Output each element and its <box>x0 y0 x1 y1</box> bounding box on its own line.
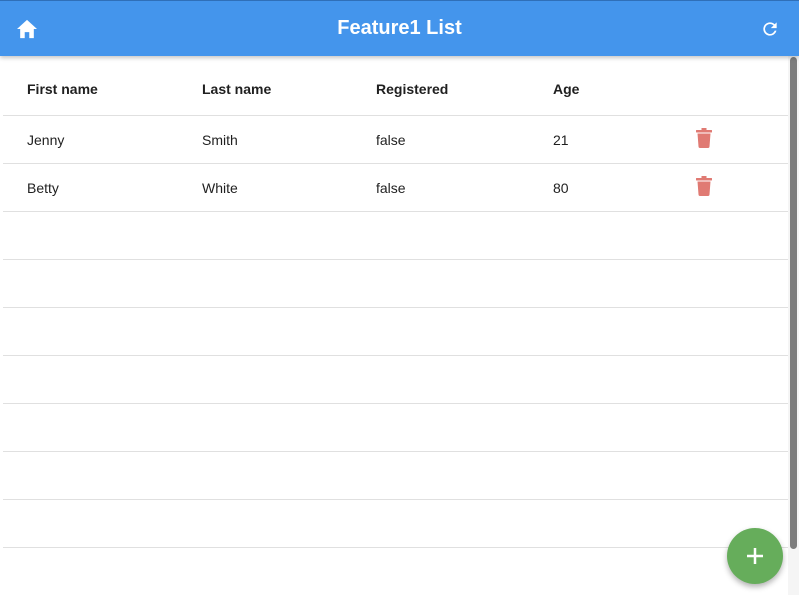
empty-row <box>3 404 788 452</box>
column-header-last-name: Last name <box>202 80 272 97</box>
empty-row <box>3 260 788 308</box>
cell-registered: false <box>376 131 406 148</box>
column-header-first-name: First name <box>27 80 98 97</box>
cell-first-name: Betty <box>27 179 59 196</box>
cell-last-name: White <box>202 179 238 196</box>
trash-icon <box>696 175 712 196</box>
cell-age: 80 <box>553 179 569 196</box>
add-button[interactable] <box>727 528 783 584</box>
cell-last-name: Smith <box>202 131 238 148</box>
trash-icon <box>696 127 712 148</box>
cell-first-name: Jenny <box>27 131 65 148</box>
refresh-button[interactable] <box>755 14 785 44</box>
delete-cell <box>695 116 713 163</box>
plus-icon <box>747 548 763 564</box>
table-row[interactable]: Betty White false 80 <box>3 164 788 212</box>
app-window: Feature1 List First name Last name Regis… <box>0 0 799 595</box>
delete-cell <box>695 164 713 211</box>
cell-age: 21 <box>553 131 569 148</box>
cell-registered: false <box>376 179 406 196</box>
data-table: First name Last name Registered Age Jenn… <box>3 56 788 595</box>
delete-button[interactable] <box>695 175 713 197</box>
empty-row <box>3 212 788 260</box>
empty-row <box>3 452 788 500</box>
app-bar: Feature1 List <box>0 0 799 56</box>
refresh-icon <box>763 22 777 36</box>
delete-button[interactable] <box>695 127 713 149</box>
column-header-age: Age <box>553 80 580 97</box>
empty-row <box>3 500 788 548</box>
scrollbar-thumb[interactable] <box>790 57 797 549</box>
table-row[interactable]: Jenny Smith false 21 <box>3 116 788 164</box>
empty-row <box>3 308 788 356</box>
page-title: Feature1 List <box>337 17 462 39</box>
empty-row <box>3 356 788 404</box>
table-header-row: First name Last name Registered Age <box>3 56 788 116</box>
column-header-registered: Registered <box>376 80 449 97</box>
